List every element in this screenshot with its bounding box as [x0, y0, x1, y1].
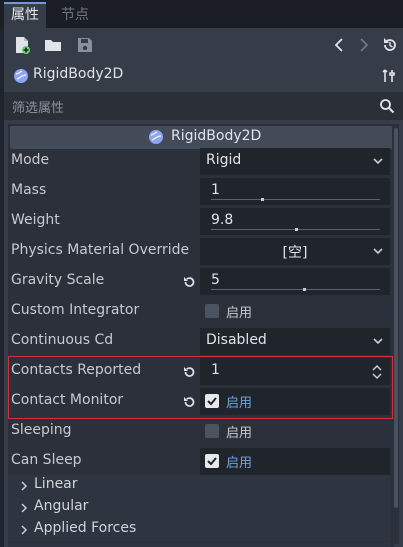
property-label-gravity-scale: Gravity Scale — [11, 272, 105, 288]
new-resource-icon[interactable] — [13, 36, 31, 54]
checkbox-unchecked-icon[interactable] — [205, 304, 219, 318]
checkbox-checked-icon[interactable] — [205, 394, 219, 408]
can-sleep-check-label: 启用 — [226, 456, 253, 471]
inspector-tabbar: 属性 节点 — [0, 0, 403, 28]
inspector-scrollbar[interactable] — [393, 124, 399, 544]
spinbox-arrows-icon[interactable] — [371, 364, 383, 380]
group-label-applied-forces: Applied Forces — [34, 520, 137, 536]
mass-slider-input[interactable]: 1 — [200, 178, 390, 205]
checkbox-unchecked-icon[interactable] — [205, 424, 219, 438]
search-icon — [380, 99, 395, 114]
group-linear[interactable]: Linear — [8, 475, 390, 497]
property-label-contacts-reported: Contacts Reported — [11, 362, 142, 378]
object-history-icon[interactable] — [381, 36, 399, 54]
section-title: RigidBody2D — [171, 128, 262, 144]
group-angular[interactable]: Angular — [8, 497, 390, 519]
mode-dropdown[interactable]: Rigid — [200, 148, 390, 175]
contacts-reported-spinbox[interactable]: 1 — [200, 358, 390, 385]
physics-material-value: [空] — [282, 245, 308, 261]
contact-monitor-check-label: 启用 — [226, 396, 253, 411]
revert-icon[interactable] — [182, 275, 196, 289]
physics-material-resource-picker[interactable]: [空] — [200, 238, 390, 265]
sleeping-checkbox[interactable]: 启用 — [200, 418, 390, 445]
continuous-cd-dropdown[interactable]: Disabled — [200, 328, 390, 355]
inspector-toolbar — [4, 28, 403, 62]
mass-slider-thumb[interactable] — [260, 198, 264, 201]
chevron-down-icon — [373, 158, 383, 165]
property-label-continuous-cd: Continuous Cd — [11, 332, 114, 348]
next-section-header[interactable] — [8, 542, 390, 547]
gravity-scale-slider-thumb[interactable] — [302, 288, 306, 291]
gravity-scale-slider-track — [211, 289, 380, 290]
group-label-linear: Linear — [34, 476, 78, 492]
can-sleep-checkbox[interactable]: 启用 — [200, 448, 390, 475]
chevron-down-icon[interactable] — [372, 245, 384, 257]
section-header[interactable]: RigidBody2D — [10, 126, 392, 149]
chevron-right-icon — [21, 503, 28, 513]
filter-properties-input[interactable]: 筛选属性 — [4, 92, 403, 120]
revert-icon[interactable] — [182, 365, 196, 379]
property-label-mode: Mode — [11, 152, 50, 168]
property-label-contact-monitor: Contact Monitor — [11, 392, 124, 408]
property-label-can-sleep: Can Sleep — [11, 452, 82, 468]
save-icon[interactable] — [76, 36, 94, 54]
property-label-weight: Weight — [11, 212, 60, 228]
rigidbody2d-icon — [149, 130, 163, 144]
property-label-custom-integrator: Custom Integrator — [11, 302, 140, 318]
history-forward-icon[interactable] — [354, 36, 372, 54]
contacts-reported-value: 1 — [211, 362, 220, 378]
weight-slider-thumb[interactable] — [294, 228, 298, 231]
continuous-cd-value: Disabled — [206, 332, 267, 348]
filter-placeholder: 筛选属性 — [12, 101, 65, 116]
mode-value: Rigid — [206, 152, 242, 168]
history-back-icon[interactable] — [331, 36, 349, 54]
tab-node[interactable]: 节点 — [54, 2, 96, 28]
tab-inspector[interactable]: 属性 — [4, 2, 46, 28]
gravity-scale-value: 5 — [211, 272, 220, 288]
custom-integrator-checkbox[interactable]: 启用 — [200, 298, 390, 325]
property-label-sleeping: Sleeping — [11, 422, 72, 438]
chevron-right-icon — [21, 525, 28, 535]
object-name: RigidBody2D — [33, 66, 124, 82]
sleeping-check-label: 启用 — [226, 426, 253, 441]
inspector-panel: RigidBody2D 筛选属性 RigidBody2D Mode Rigid … — [4, 28, 403, 547]
open-folder-icon[interactable] — [44, 36, 62, 54]
chevron-right-icon — [21, 481, 28, 491]
mass-slider-track — [211, 199, 380, 200]
weight-value: 9.8 — [211, 212, 234, 228]
object-selector[interactable]: RigidBody2D — [4, 62, 403, 90]
rigidbody2d-icon — [14, 69, 28, 83]
property-label-physics-material-override: Physics Material Override — [11, 242, 190, 258]
chevron-down-icon — [373, 338, 383, 345]
contact-monitor-checkbox[interactable]: 启用 — [200, 388, 390, 415]
group-applied-forces[interactable]: Applied Forces — [8, 519, 390, 541]
weight-slider-input[interactable]: 9.8 — [200, 208, 390, 235]
tools-icon[interactable] — [382, 69, 396, 83]
mass-value: 1 — [211, 182, 220, 198]
group-label-angular: Angular — [34, 498, 89, 514]
custom-integrator-check-label: 启用 — [226, 306, 253, 321]
revert-icon[interactable] — [182, 395, 196, 409]
property-label-mass: Mass — [11, 182, 47, 198]
checkbox-checked-icon[interactable] — [205, 454, 219, 468]
gravity-scale-slider-input[interactable]: 5 — [200, 268, 390, 295]
scrollbar-thumb[interactable] — [394, 128, 398, 508]
